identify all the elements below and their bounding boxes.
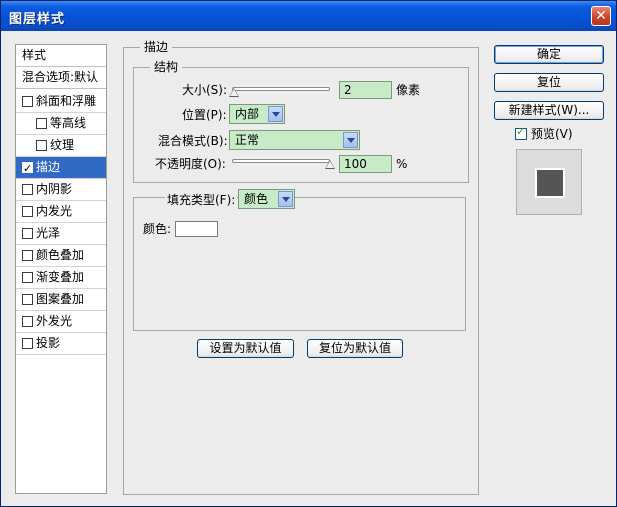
style-list-header-label: 样式 <box>22 48 47 62</box>
style-list: 样式 混合选项:默认 斜面和浮雕 等高线 纹理 描边 内阴影 内发光 光泽 颜色… <box>15 44 107 494</box>
fill-type-label: 填充类型(F): <box>165 192 238 208</box>
title-bar[interactable]: 图层样式 ✕ <box>1 1 616 31</box>
stroke-group-title: 描边 <box>140 40 173 54</box>
style-preview-thumbnail <box>516 149 582 215</box>
style-item-label: 投影 <box>36 336 61 350</box>
checkbox[interactable] <box>36 118 47 129</box>
fill-type-value: 颜色 <box>244 192 269 206</box>
preview-label[interactable]: 预览(V) <box>531 126 573 142</box>
style-item-satin[interactable]: 光泽 <box>16 223 106 244</box>
opacity-unit: % <box>396 157 408 171</box>
opacity-slider[interactable] <box>232 159 330 163</box>
checkbox[interactable] <box>22 316 33 327</box>
position-label: 位置(P): <box>182 108 227 122</box>
new-style-button[interactable]: 新建样式(W)... <box>494 101 604 120</box>
reset-to-default-button[interactable]: 复位为默认值 <box>307 339 403 358</box>
style-item-drop-shadow[interactable]: 投影 <box>16 333 106 354</box>
style-item-stroke[interactable]: 描边 <box>16 157 106 178</box>
style-item-label: 光泽 <box>36 226 61 240</box>
stroke-color-swatch[interactable] <box>175 221 218 237</box>
opacity-label: 不透明度(O): <box>155 157 226 171</box>
preview-checkbox[interactable] <box>515 125 527 140</box>
ok-button[interactable]: 确定 <box>494 45 604 64</box>
style-item-label: 内发光 <box>36 204 73 218</box>
style-item-label: 外发光 <box>36 314 73 328</box>
style-item-color-overlay[interactable]: 颜色叠加 <box>16 245 106 266</box>
style-item-outer-glow[interactable]: 外发光 <box>16 311 106 332</box>
checkbox[interactable] <box>22 184 33 195</box>
style-item-label: 颜色叠加 <box>36 248 85 262</box>
reset-button[interactable]: 复位 <box>494 73 604 92</box>
checkbox[interactable] <box>22 272 33 283</box>
structure-group-title: 结构 <box>150 60 183 74</box>
size-unit: 像素 <box>396 83 421 97</box>
chevron-down-icon[interactable] <box>268 106 283 122</box>
style-item-label: 等高线 <box>50 116 87 130</box>
chevron-down-icon[interactable] <box>278 191 293 207</box>
checkbox[interactable] <box>22 250 33 261</box>
style-item-label: 斜面和浮雕 <box>36 94 97 108</box>
style-item-texture[interactable]: 纹理 <box>16 135 106 156</box>
style-item-label: 渐变叠加 <box>36 270 85 284</box>
opacity-slider-thumb[interactable] <box>325 160 335 169</box>
position-select[interactable]: 内部 <box>229 104 285 124</box>
close-icon[interactable]: ✕ <box>591 6 611 26</box>
checkbox[interactable] <box>22 96 33 107</box>
blend-options-item[interactable]: 混合选项:默认 <box>16 67 106 89</box>
opacity-input[interactable]: 100 <box>339 155 392 173</box>
checkbox[interactable] <box>36 140 47 151</box>
style-item-label: 图案叠加 <box>36 292 85 306</box>
style-item-label: 描边 <box>36 160 61 174</box>
blend-mode-label: 混合模式(B): <box>158 134 228 148</box>
blend-mode-select[interactable]: 正常 <box>229 130 360 150</box>
checkbox[interactable] <box>22 338 33 349</box>
chevron-down-icon[interactable] <box>343 132 358 148</box>
color-label: 颜色: <box>143 222 172 236</box>
style-item-bevel-emboss[interactable]: 斜面和浮雕 <box>16 91 106 112</box>
checkbox[interactable] <box>22 294 33 305</box>
preview-swatch <box>535 168 565 198</box>
fill-type-select[interactable]: 颜色 <box>238 189 295 209</box>
style-item-inner-glow[interactable]: 内发光 <box>16 201 106 222</box>
dialog-title: 图层样式 <box>9 12 66 27</box>
layer-style-dialog: 图层样式 ✕ 样式 混合选项:默认 斜面和浮雕 等高线 纹理 描边 内阴影 内发… <box>0 0 617 507</box>
blend-options-label: 混合选项:默认 <box>22 70 99 84</box>
style-item-gradient-overlay[interactable]: 渐变叠加 <box>16 267 106 288</box>
checkbox[interactable] <box>22 228 33 239</box>
size-input[interactable]: 2 <box>339 81 392 99</box>
style-item-inner-shadow[interactable]: 内阴影 <box>16 179 106 200</box>
style-item-label: 内阴影 <box>36 182 73 196</box>
style-item-label: 纹理 <box>50 138 75 152</box>
make-default-button[interactable]: 设置为默认值 <box>197 339 294 358</box>
blend-mode-value: 正常 <box>235 133 260 147</box>
style-item-contour[interactable]: 等高线 <box>16 113 106 134</box>
style-item-pattern-overlay[interactable]: 图案叠加 <box>16 289 106 310</box>
position-value: 内部 <box>235 107 260 121</box>
fill-type-group <box>133 197 466 331</box>
size-label: 大小(S): <box>182 83 228 97</box>
style-list-header[interactable]: 样式 <box>16 45 106 67</box>
checkbox[interactable] <box>22 206 33 217</box>
size-slider[interactable] <box>232 87 330 91</box>
checkbox[interactable] <box>22 158 33 178</box>
size-slider-thumb[interactable] <box>229 88 239 97</box>
